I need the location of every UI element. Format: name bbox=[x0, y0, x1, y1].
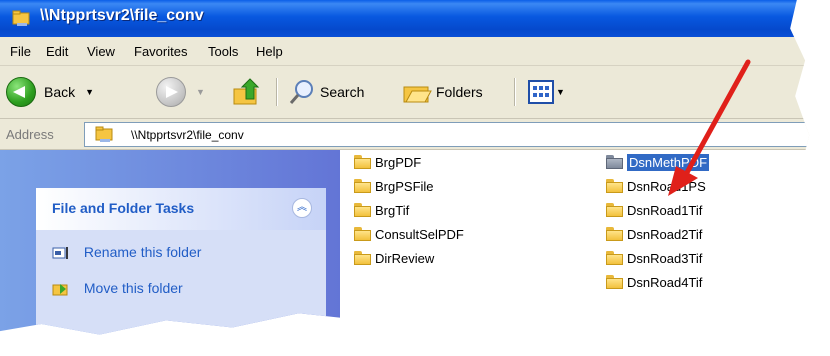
folders-icon bbox=[403, 86, 432, 103]
folder-icon bbox=[354, 179, 372, 193]
file-name: BrgPSFile bbox=[375, 178, 434, 194]
list-item[interactable]: DsnRoad1PS bbox=[606, 176, 706, 196]
menu-tools[interactable]: Tools bbox=[208, 44, 238, 59]
menu-edit[interactable]: Edit bbox=[46, 44, 68, 59]
file-name: DsnRoad1PS bbox=[627, 178, 706, 194]
search-button[interactable]: Search bbox=[288, 76, 364, 108]
file-name: BrgPDF bbox=[375, 154, 422, 170]
window-title: \\Ntpprtsvr2\file_conv bbox=[40, 7, 204, 24]
address-bar: Address \\Ntpprtsvr2\file_conv bbox=[0, 119, 814, 150]
forward-button[interactable]: ▼ bbox=[156, 76, 205, 108]
file-name: DsnRoad1Tif bbox=[627, 202, 703, 218]
list-item-selected[interactable]: DsnMethPDF bbox=[606, 152, 710, 172]
folders-label: Folders bbox=[436, 84, 483, 100]
list-item[interactable]: BrgPSFile bbox=[354, 176, 434, 196]
address-label: Address bbox=[6, 127, 54, 142]
back-arrow-icon bbox=[6, 77, 36, 107]
folder-icon bbox=[606, 203, 624, 217]
rename-folder-label: Rename this folder bbox=[83, 244, 202, 260]
task-panel-title: File and Folder Tasks bbox=[52, 200, 195, 216]
search-icon bbox=[289, 80, 313, 104]
folder-network-icon bbox=[12, 10, 30, 26]
forward-dropdown-icon[interactable]: ▼ bbox=[196, 87, 205, 97]
list-item[interactable]: DsnRoad2Tif bbox=[606, 224, 702, 244]
back-button[interactable]: Back ▼ bbox=[6, 76, 94, 108]
list-item[interactable]: DsnRoad3Tif bbox=[606, 248, 702, 268]
list-item[interactable]: ConsultSelPDF bbox=[354, 224, 464, 244]
up-folder-icon bbox=[233, 78, 260, 105]
move-folder-icon bbox=[52, 284, 68, 296]
file-name: DsnRoad4Tif bbox=[627, 274, 703, 290]
menu-file[interactable]: File bbox=[10, 44, 31, 59]
folder-icon bbox=[354, 251, 372, 265]
folder-icon bbox=[606, 155, 624, 169]
explorer-window: \\Ntpprtsvr2\file_conv File Edit View Fa… bbox=[0, 0, 814, 339]
menu-favorites[interactable]: Favorites bbox=[134, 44, 187, 59]
file-name: DsnMethPDF bbox=[627, 153, 710, 171]
back-label: Back bbox=[44, 84, 76, 100]
menu-bar: File Edit View Favorites Tools Help bbox=[0, 37, 814, 66]
file-list: BrgPDF BrgPSFile BrgTif ConsultSelPDF Di… bbox=[340, 150, 814, 339]
task-pane: File and Folder Tasks ︽ Rename this fold… bbox=[0, 150, 340, 339]
collapse-chevron-icon[interactable]: ︽ bbox=[292, 198, 312, 218]
menu-view[interactable]: View bbox=[87, 44, 115, 59]
up-folder-button[interactable] bbox=[232, 76, 264, 108]
toolbar-separator bbox=[514, 78, 516, 106]
list-item[interactable]: BrgPDF bbox=[354, 152, 421, 172]
file-folder-tasks-panel: File and Folder Tasks ︽ Rename this fold… bbox=[36, 188, 326, 339]
address-input[interactable]: \\Ntpprtsvr2\file_conv bbox=[84, 122, 814, 147]
forward-arrow-icon bbox=[156, 77, 186, 107]
move-folder-label: Move this folder bbox=[83, 280, 183, 296]
move-folder-link[interactable]: Move this folder bbox=[52, 280, 183, 296]
folders-button[interactable]: Folders bbox=[402, 76, 483, 108]
folder-icon bbox=[606, 275, 624, 289]
toolbar-separator bbox=[276, 78, 278, 106]
menu-help[interactable]: Help bbox=[256, 44, 283, 59]
file-name: DsnRoad2Tif bbox=[627, 226, 703, 242]
file-name: DirReview bbox=[375, 250, 435, 266]
list-item[interactable]: BrgTif bbox=[354, 200, 409, 220]
folder-icon bbox=[354, 155, 372, 169]
folder-icon bbox=[354, 203, 372, 217]
list-item[interactable]: DirReview bbox=[354, 248, 434, 268]
views-dropdown-icon[interactable]: ▼ bbox=[556, 87, 565, 97]
file-name: ConsultSelPDF bbox=[375, 226, 464, 242]
folder-icon bbox=[606, 179, 624, 193]
list-item[interactable]: DsnRoad1Tif bbox=[606, 200, 702, 220]
views-grid-icon bbox=[528, 80, 554, 104]
task-panel-header[interactable]: File and Folder Tasks ︽ bbox=[36, 188, 326, 230]
folder-icon bbox=[606, 227, 624, 241]
search-label: Search bbox=[320, 84, 365, 100]
rename-folder-link[interactable]: Rename this folder bbox=[52, 244, 201, 260]
title-bar[interactable]: \\Ntpprtsvr2\file_conv bbox=[0, 0, 814, 37]
address-value: \\Ntpprtsvr2\file_conv bbox=[131, 128, 244, 142]
toolbar: Back ▼ ▼ Search Folders ▼ bbox=[0, 66, 814, 119]
rename-icon bbox=[52, 247, 68, 260]
list-item[interactable]: DsnRoad4Tif bbox=[606, 272, 702, 292]
folder-icon bbox=[354, 227, 372, 241]
network-folder-icon bbox=[95, 126, 113, 142]
file-name: BrgTif bbox=[375, 202, 410, 218]
views-button[interactable]: ▼ bbox=[528, 76, 565, 108]
file-name: DsnRoad3Tif bbox=[627, 250, 703, 266]
back-dropdown-icon[interactable]: ▼ bbox=[85, 87, 94, 97]
folder-icon bbox=[606, 251, 624, 265]
